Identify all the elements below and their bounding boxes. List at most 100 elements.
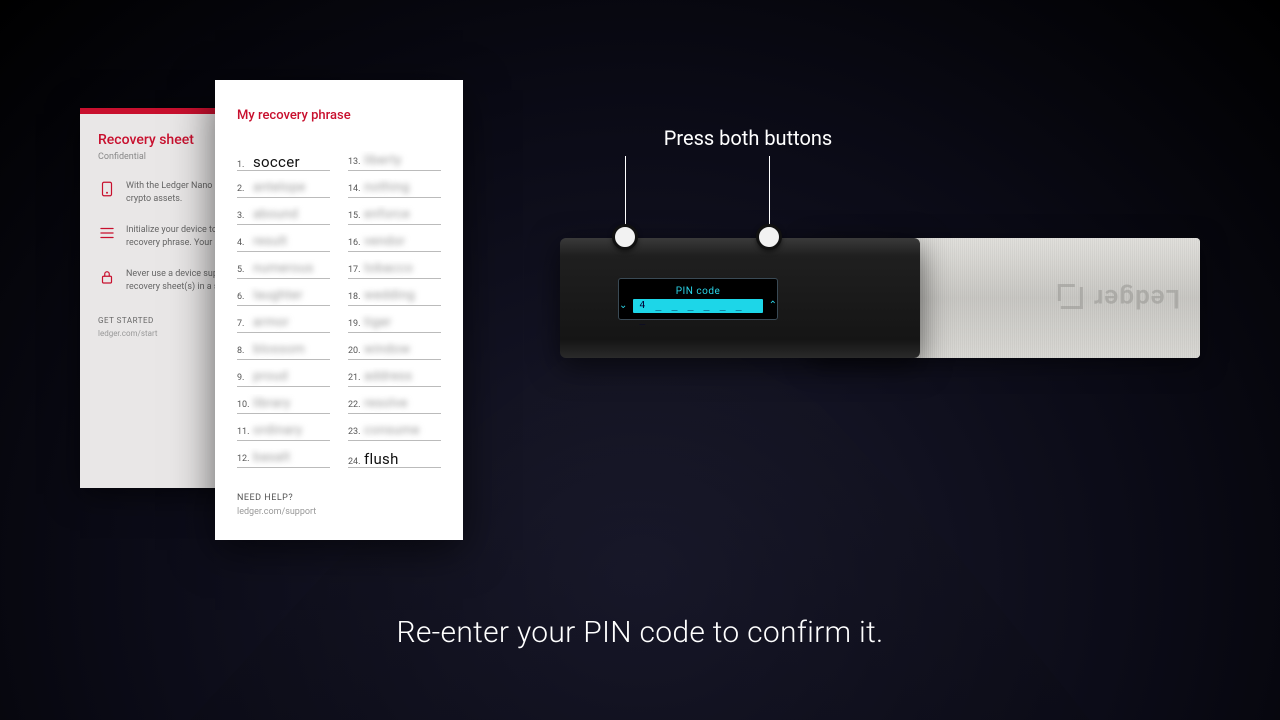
- phrase-number: 5.: [237, 265, 253, 275]
- phrase-line: 9.proud: [237, 367, 330, 387]
- phrase-number: 16.: [348, 238, 364, 248]
- phrase-line: 18.wedding: [348, 286, 441, 306]
- phrase-word: enforce: [364, 207, 410, 222]
- phrase-word: window: [364, 342, 410, 357]
- phrase-line: 12.basalt: [237, 448, 330, 468]
- device-body: PIN code ⌄ 4 _ _ _ _ _ _ _ ⌃: [560, 238, 920, 358]
- phrase-line: 11.ordinary: [237, 421, 330, 441]
- callout-text: Press both buttons: [598, 126, 898, 150]
- phrase-number: 2.: [237, 184, 253, 194]
- phrase-line: 19.tiger: [348, 313, 441, 333]
- device-screen: PIN code ⌄ 4 _ _ _ _ _ _ _ ⌃: [618, 278, 778, 320]
- phrase-word: flush: [364, 450, 399, 468]
- phrase-number: 20.: [348, 346, 364, 356]
- ledger-logo-icon: [1061, 287, 1083, 309]
- phrase-line: 5.numerous: [237, 259, 330, 279]
- phrase-word: library: [253, 396, 291, 411]
- phrase-line: 2.antelope: [237, 178, 330, 198]
- phrase-number: 10.: [237, 400, 253, 410]
- phrase-number: 8.: [237, 346, 253, 356]
- recovery-phrase-footer: NEED HELP? ledger.com/support: [237, 493, 441, 517]
- phrase-line: 23.consume: [348, 421, 441, 441]
- phrase-number: 22.: [348, 400, 364, 410]
- phrase-word: armor: [253, 315, 289, 330]
- phrase-word: numerous: [253, 261, 314, 276]
- phrase-word: address: [364, 369, 412, 384]
- ledger-device: Ledger PIN code ⌄ 4 _ _ _ _ _ _ _ ⌃: [560, 238, 1200, 358]
- phrase-word: consume: [364, 423, 420, 438]
- phrase-word: laughter: [253, 288, 303, 303]
- phrase-line: 16.vendor: [348, 232, 441, 252]
- phrase-word: basalt: [253, 450, 290, 465]
- phrase-word: liberty: [364, 153, 402, 168]
- pin-entry-row: ⌄ 4 _ _ _ _ _ _ _ ⌃: [619, 299, 777, 313]
- recovery-phrase-card: My recovery phrase 1.soccer2.antelope3.a…: [215, 80, 463, 540]
- phrase-word: proud: [253, 369, 288, 384]
- phrase-number: 7.: [237, 319, 253, 329]
- phrase-number: 14.: [348, 184, 364, 194]
- phrase-line: 20.window: [348, 340, 441, 360]
- phrase-number: 23.: [348, 427, 364, 437]
- callout-lead-left: [625, 156, 626, 226]
- phrase-column-left: 1.soccer 2.antelope 3.abound 4.result 5.nume…: [237, 151, 330, 475]
- lock-icon: [98, 268, 116, 286]
- device-right-button[interactable]: [756, 224, 782, 250]
- phrase-line: 10.library: [237, 394, 330, 414]
- phrase-word: nothing: [364, 180, 410, 195]
- phrase-number: 17.: [348, 265, 364, 275]
- phrase-word: blossom: [253, 342, 305, 357]
- phrase-line: 6.laughter: [237, 286, 330, 306]
- phrase-number: 4.: [237, 238, 253, 248]
- device-icon: [98, 180, 116, 198]
- phrase-word: vendor: [364, 234, 405, 249]
- phrase-number: 6.: [237, 292, 253, 302]
- device-left-button[interactable]: [612, 224, 638, 250]
- phrase-line: 17.tobacco: [348, 259, 441, 279]
- phrase-line: 1.soccer: [237, 151, 330, 171]
- phrase-line: 8.blossom: [237, 340, 330, 360]
- phrase-word: abound: [253, 207, 298, 222]
- chevron-down-icon: ⌄: [619, 300, 627, 311]
- phrase-word: antelope: [253, 180, 306, 195]
- phrase-word: soccer: [253, 153, 300, 171]
- phrase-number: 11.: [237, 427, 253, 437]
- phrase-line: 3.abound: [237, 205, 330, 225]
- phrase-number: 9.: [237, 373, 253, 383]
- phrase-number: 3.: [237, 211, 253, 221]
- pin-display: 4 _ _ _ _ _ _ _: [633, 299, 762, 313]
- recovery-phrase-title: My recovery phrase: [237, 108, 441, 123]
- chevron-up-icon: ⌃: [769, 300, 777, 311]
- phrase-line: 14.nothing: [348, 178, 441, 198]
- phrase-number: 12.: [237, 454, 253, 464]
- phrase-line: 13.liberty: [348, 151, 441, 171]
- phrase-number: 13.: [348, 157, 364, 167]
- footer-label: NEED HELP?: [237, 493, 441, 503]
- phrase-word: ordinary: [253, 423, 303, 438]
- instruction-caption: Re-enter your PIN code to confirm it.: [0, 615, 1280, 650]
- phrase-line: 4.result: [237, 232, 330, 252]
- phrase-number: 18.: [348, 292, 364, 302]
- screen-title: PIN code: [676, 286, 721, 297]
- phrase-word: wedding: [364, 288, 415, 303]
- phrase-word: resolve: [364, 396, 408, 411]
- phrase-number: 24.: [348, 457, 364, 467]
- phrase-column-right: 13.liberty14.nothing15.enforce16.vendor1…: [348, 151, 441, 475]
- phrase-word: tobacco: [364, 261, 413, 276]
- phrase-line: 15.enforce: [348, 205, 441, 225]
- phrase-number: 15.: [348, 211, 364, 221]
- phrase-line: 24.flush: [348, 448, 441, 468]
- list-icon: [98, 224, 116, 242]
- phrase-line: 21.address: [348, 367, 441, 387]
- phrase-number: 1.: [237, 160, 253, 170]
- callout-lead-right: [769, 156, 770, 226]
- footer-url: ledger.com/support: [237, 507, 441, 517]
- brand-text: Ledger: [1093, 283, 1180, 313]
- phrase-line: 7.armor: [237, 313, 330, 333]
- phrase-word: tiger: [364, 315, 392, 330]
- phrase-word: result: [253, 234, 287, 249]
- button-callout: Press both buttons: [598, 126, 898, 150]
- phrase-number: 19.: [348, 319, 364, 329]
- ledger-logo: Ledger: [1061, 283, 1180, 313]
- phrase-number: 21.: [348, 373, 364, 383]
- phrase-line: 22.resolve: [348, 394, 441, 414]
